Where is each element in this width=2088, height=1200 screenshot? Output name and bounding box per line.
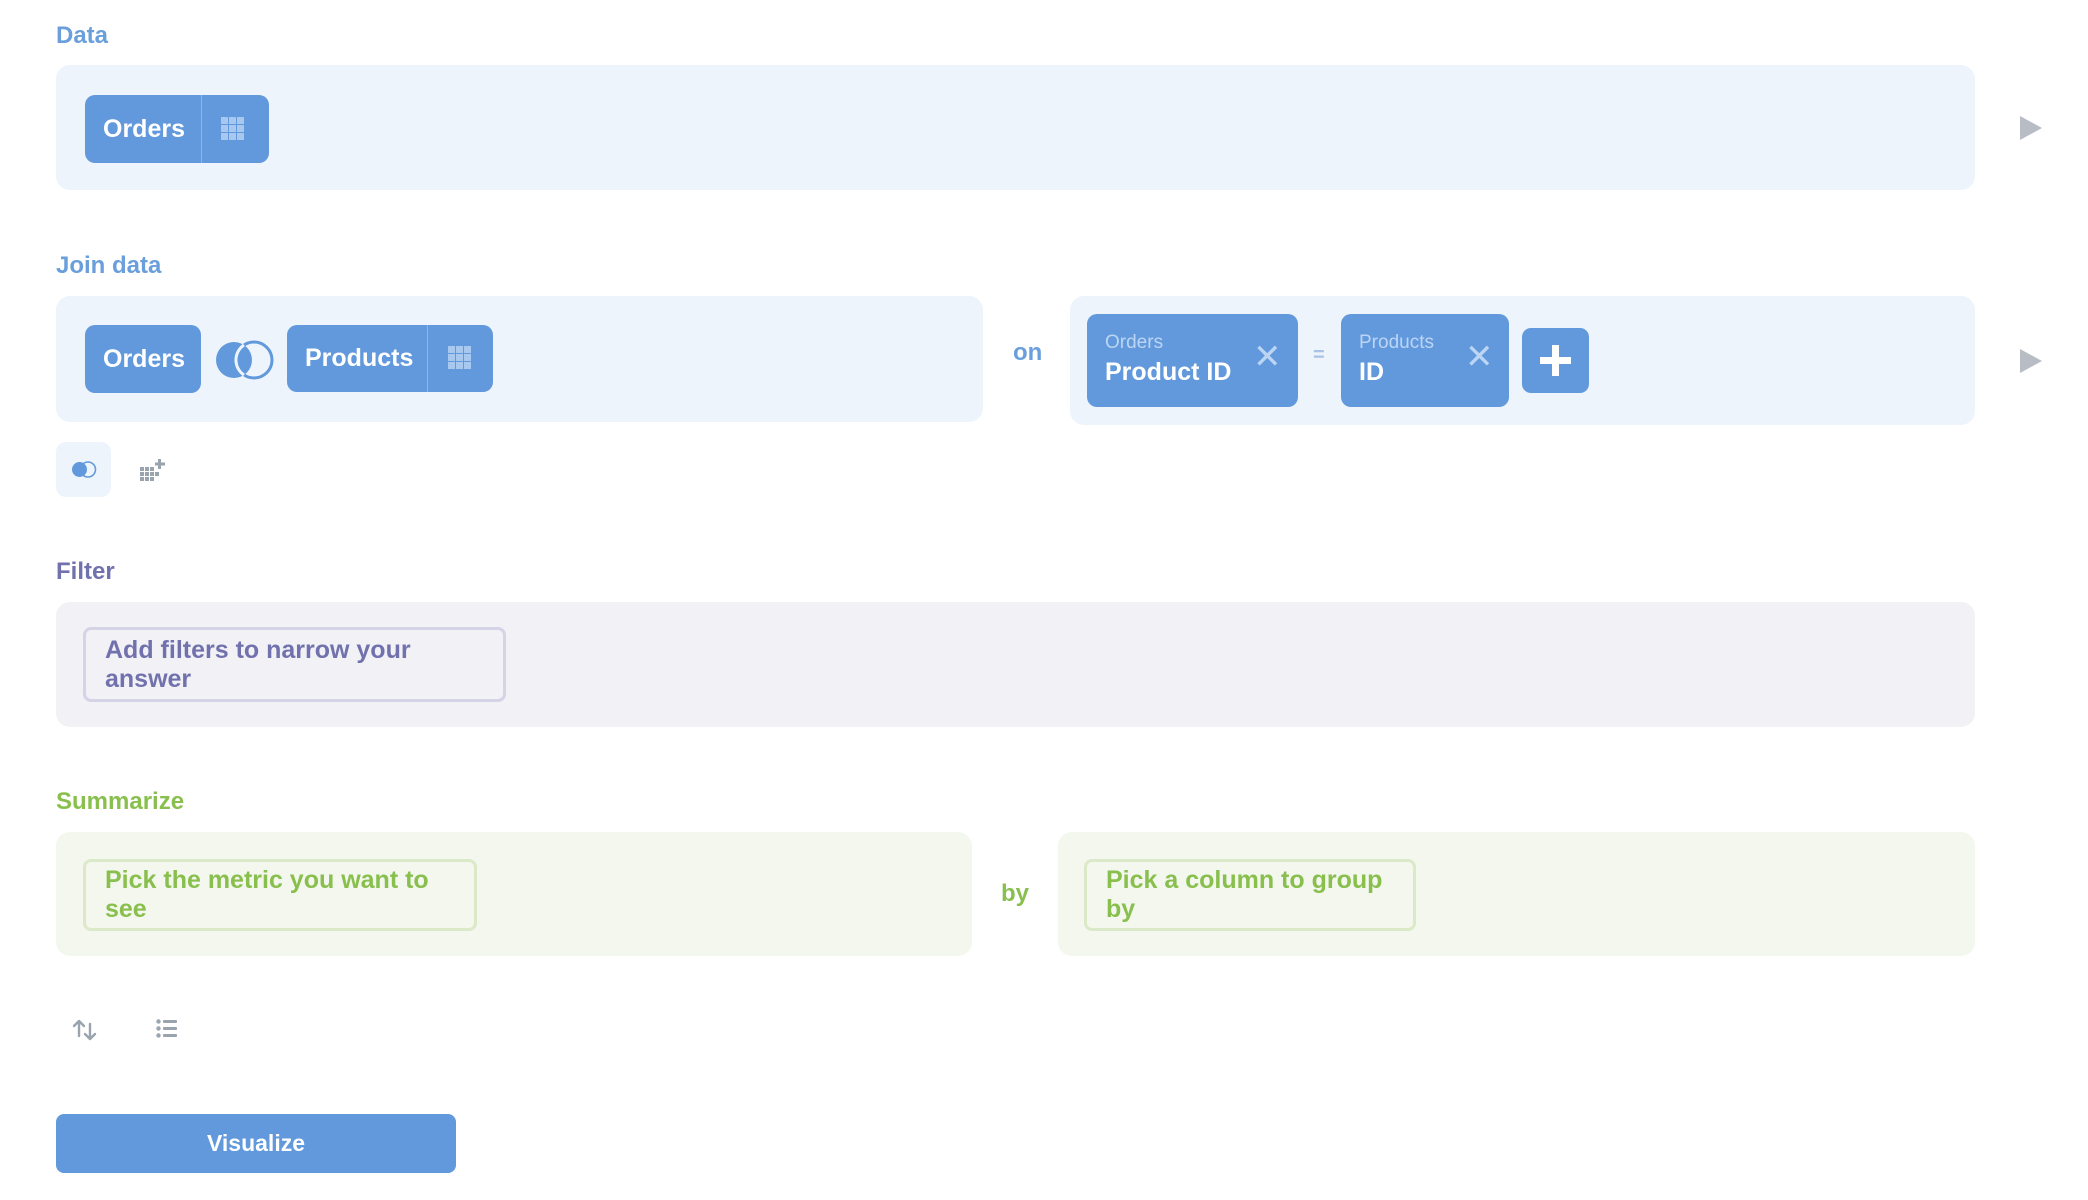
summarize-by-label: by — [1001, 880, 1030, 907]
join-venn-icon — [72, 461, 97, 478]
add-condition-button[interactable] — [1522, 328, 1589, 393]
close-icon[interactable]: ✕ — [1253, 340, 1282, 374]
join-on-label: on — [1013, 339, 1043, 366]
join-tables-container: Orders Products — [56, 296, 983, 422]
data-section-label: Data — [56, 22, 109, 49]
join-left-column-chip[interactable]: Orders Product ID ✕ — [1087, 314, 1298, 407]
pick-metric-button[interactable]: Pick the metric you want to see — [83, 859, 477, 931]
join-right-column-chip[interactable]: Products ID ✕ — [1341, 314, 1509, 407]
join-right-table-button[interactable]: Products — [287, 325, 493, 392]
summarize-section-label: Summarize — [56, 788, 185, 815]
join-right-column-name: ID — [1359, 358, 1384, 386]
join-left-table-button[interactable]: Orders — [85, 325, 201, 393]
visualize-button[interactable]: Visualize — [56, 1114, 456, 1173]
pill-divider — [201, 95, 202, 163]
play-icon[interactable] — [2020, 116, 2042, 140]
plus-icon — [1540, 345, 1571, 376]
add-filter-button[interactable]: Add filters to narrow your answer — [83, 627, 506, 702]
join-left-column-table: Orders — [1105, 332, 1164, 353]
summarize-group-container: Pick a column to group by — [1058, 832, 1975, 956]
add-table-grid-icon[interactable] — [140, 459, 167, 483]
table-grid-icon[interactable] — [221, 117, 244, 140]
source-table-name: Orders — [103, 114, 185, 143]
close-icon[interactable]: ✕ — [1465, 340, 1494, 374]
data-step-container: Orders — [56, 65, 1975, 190]
source-table-button[interactable]: Orders — [85, 95, 269, 163]
play-icon[interactable] — [2020, 349, 2042, 373]
join-left-column-name: Product ID — [1105, 358, 1232, 386]
table-grid-icon[interactable] — [448, 346, 471, 369]
limit-list-icon[interactable] — [156, 1019, 178, 1038]
left-join-venn-icon[interactable] — [214, 340, 276, 380]
join-conditions-container: Orders Product ID ✕ = Products ID ✕ — [1070, 296, 1975, 425]
filter-section-label: Filter — [56, 558, 115, 585]
filter-step-container: Add filters to narrow your answer — [56, 602, 1975, 727]
sort-icon[interactable] — [71, 1018, 99, 1042]
join-right-table-name: Products — [305, 344, 414, 372]
join-type-button[interactable] — [56, 442, 111, 497]
join-right-column-table: Products — [1359, 332, 1434, 353]
join-operator: = — [1313, 344, 1325, 366]
join-left-table-name: Orders — [103, 344, 185, 373]
summarize-metric-container: Pick the metric you want to see — [56, 832, 972, 956]
pill-divider — [427, 325, 428, 392]
pick-group-by-button[interactable]: Pick a column to group by — [1084, 859, 1416, 931]
join-section-label: Join data — [56, 252, 162, 279]
